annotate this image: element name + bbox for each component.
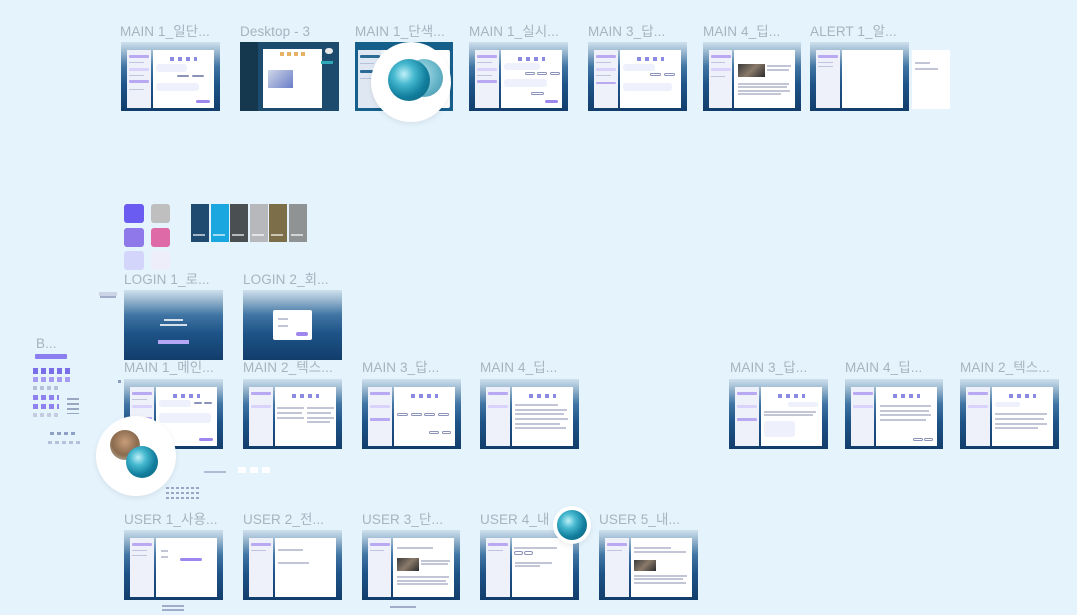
frame-label-main1-c[interactable]: MAIN 1_실시... — [469, 24, 559, 40]
component-row — [33, 386, 59, 390]
note-snippet — [118, 380, 121, 383]
component-button[interactable] — [35, 354, 67, 359]
frame-label-user3[interactable]: USER 3_단... — [362, 512, 443, 528]
frame-main3-c[interactable] — [729, 379, 828, 449]
frame-label-main4-c[interactable]: MAIN 4_딥... — [845, 360, 922, 376]
color-card[interactable] — [230, 204, 248, 242]
collaborator-avatar[interactable] — [371, 42, 451, 122]
frame-main3-b[interactable] — [362, 379, 461, 449]
frame-login1[interactable] — [124, 290, 223, 360]
frame-label-main2-a[interactable]: MAIN 2_텍스... — [243, 360, 333, 376]
component-row — [50, 432, 76, 435]
color-swatch[interactable] — [151, 228, 170, 247]
frame-label-main1-b[interactable]: MAIN 1_단색... — [355, 24, 445, 40]
component-text — [67, 398, 79, 414]
frame-label-main2-b[interactable]: MAIN 2_텍스... — [960, 360, 1050, 376]
color-swatch[interactable] — [151, 251, 170, 270]
frame-label-login2[interactable]: LOGIN 2_회... — [243, 272, 329, 288]
frame-main2-a[interactable] — [243, 379, 342, 449]
frame-label-main1-a[interactable]: MAIN 1_일단... — [120, 24, 210, 40]
frame-desktop3[interactable] — [240, 42, 339, 111]
frame-user1[interactable] — [124, 530, 223, 600]
frame-login2[interactable] — [243, 290, 342, 360]
component-row — [33, 413, 59, 417]
frame-main2-b[interactable] — [960, 379, 1059, 449]
note-snippet — [162, 609, 184, 611]
frame-main1-c[interactable] — [469, 42, 568, 111]
frame-main4-c[interactable] — [845, 379, 943, 449]
note-snippet — [100, 296, 116, 298]
component-row — [48, 441, 80, 444]
frame-label-alert1[interactable]: ALERT 1_알... — [810, 24, 897, 40]
alert-popup-frame[interactable] — [912, 50, 950, 109]
frame-label-main4-a[interactable]: MAIN 4_딥... — [703, 24, 780, 40]
frame-user3[interactable] — [362, 530, 460, 600]
note-snippet — [204, 471, 226, 473]
frame-main4-a[interactable] — [703, 42, 801, 111]
frame-label-main3-b[interactable]: MAIN 3_답... — [362, 360, 439, 376]
color-swatch[interactable] — [124, 228, 144, 247]
frame-main3-a[interactable] — [588, 42, 687, 111]
frame-label-user5[interactable]: USER 5_내... — [599, 512, 680, 528]
note-snippet — [162, 605, 184, 607]
note-snippet — [166, 487, 200, 489]
color-card[interactable] — [269, 204, 287, 242]
color-card[interactable] — [191, 204, 209, 242]
design-canvas[interactable]: MAIN 1_일단... Desktop - 3 MAIN 1_단색... MA… — [0, 0, 1077, 615]
component-row — [33, 404, 59, 409]
frame-label-user1[interactable]: USER 1_사용... — [124, 512, 218, 528]
color-card[interactable] — [250, 204, 268, 242]
frame-user2[interactable] — [243, 530, 342, 600]
collaborator-avatar[interactable] — [96, 416, 176, 496]
frame-label-user2[interactable]: USER 2_전... — [243, 512, 324, 528]
note-snippet — [166, 492, 200, 494]
component-row — [33, 377, 73, 382]
color-swatch[interactable] — [151, 204, 170, 223]
frame-label-main3-a[interactable]: MAIN 3_답... — [588, 24, 665, 40]
component-row — [33, 395, 59, 400]
color-card[interactable] — [211, 204, 229, 242]
frame-label-desktop3[interactable]: Desktop - 3 — [240, 24, 310, 40]
frame-label-main4-b[interactable]: MAIN 4_딥... — [480, 360, 557, 376]
frame-label-main3-c[interactable]: MAIN 3_답... — [730, 360, 807, 376]
component-row — [33, 368, 73, 374]
collaborator-avatar[interactable] — [553, 506, 591, 544]
frame-label-b[interactable]: B... — [36, 336, 57, 352]
color-swatch[interactable] — [124, 251, 144, 270]
frame-alert1[interactable] — [810, 42, 909, 111]
frame-user5[interactable] — [599, 530, 698, 600]
frame-label-main1-d[interactable]: MAIN 1_메인... — [124, 360, 214, 376]
color-card[interactable] — [289, 204, 307, 242]
color-swatch[interactable] — [124, 204, 144, 223]
frame-label-login1[interactable]: LOGIN 1_로... — [124, 272, 210, 288]
note-snippet — [390, 606, 416, 608]
note-snippet — [238, 467, 272, 473]
note-snippet — [166, 497, 200, 499]
frame-label-user4[interactable]: USER 4_내 — [480, 512, 550, 528]
frame-main4-b[interactable] — [480, 379, 579, 449]
frame-main1-a[interactable] — [121, 42, 220, 111]
